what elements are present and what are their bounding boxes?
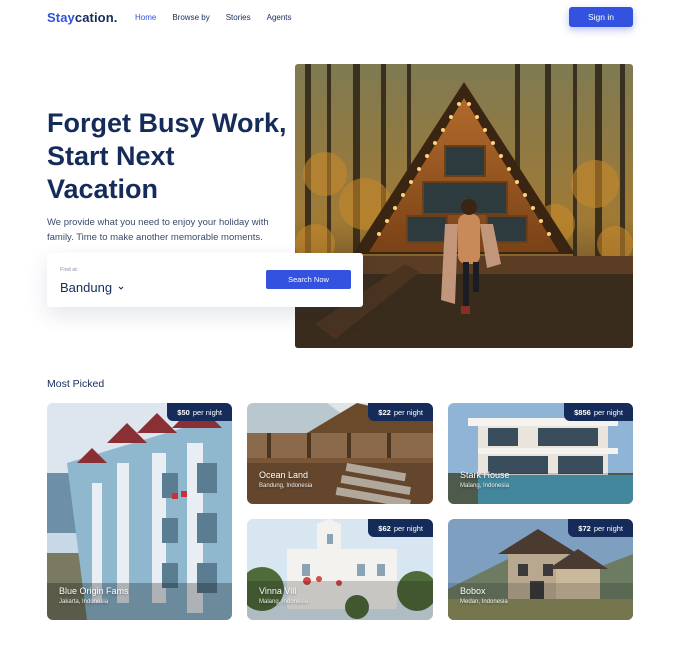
city-select-value: Bandung — [60, 280, 113, 295]
property-name: Stark House — [460, 470, 510, 480]
find-at-label: Find at: — [60, 267, 79, 273]
nav-item-home[interactable]: Home — [135, 13, 156, 22]
price-badge: $856 per night — [564, 403, 633, 421]
property-location: Medan, Indonesia — [460, 599, 508, 605]
property-location: Malang, Indonesia — [259, 599, 309, 605]
property-card-blue-origin-fams[interactable]: $50 per night Blue Origin Fams Jakarta, I… — [47, 403, 232, 620]
price-amount: $50 — [177, 407, 190, 417]
price-amount: $22 — [378, 407, 391, 417]
price-badge: $62 per night — [368, 519, 433, 537]
property-location: Bandung, Indonesia — [259, 483, 313, 489]
most-picked-title: Most Picked — [47, 378, 105, 390]
search-now-button[interactable]: Search Now — [266, 270, 351, 289]
search-card: Find at: Bandung Search Now — [47, 253, 363, 307]
hero-title: Forget Busy Work, Start Next Vacation — [47, 108, 287, 204]
price-amount: $856 — [574, 407, 591, 417]
brand-logo-second: cation. — [74, 10, 118, 25]
property-name: Bobox — [460, 586, 486, 596]
brand-logo[interactable]: Staycation. — [47, 10, 117, 25]
nav-item-stories[interactable]: Stories — [226, 13, 251, 22]
property-name: Vinna Vill — [259, 586, 297, 596]
property-card-vinna-vill[interactable]: $62 per night Vinna Vill Malang, Indonesi… — [247, 519, 433, 620]
price-badge: $22 per night — [368, 403, 433, 421]
property-name: Ocean Land — [259, 470, 309, 480]
price-badge: $50 per night — [167, 403, 232, 421]
price-unit: per night — [593, 407, 623, 417]
property-location: Malang, Indonesia — [460, 483, 510, 489]
sign-in-button[interactable]: Sign in — [569, 7, 633, 27]
price-unit: per night — [393, 407, 423, 417]
property-card-bobox[interactable]: $72 per night Bobox Medan, Indonesia — [448, 519, 633, 620]
nav-item-agents[interactable]: Agents — [267, 13, 292, 22]
price-amount: $62 — [378, 523, 391, 533]
chevron-down-icon — [118, 286, 124, 290]
property-card-ocean-land[interactable]: $22 per night Ocean Land Bandung, Indones… — [247, 403, 433, 504]
nav-item-browse-by[interactable]: Browse by — [172, 13, 209, 22]
city-select[interactable]: Bandung — [60, 280, 124, 295]
property-location: Jakarta, Indonesia — [59, 599, 109, 605]
price-amount: $72 — [578, 523, 591, 533]
price-unit: per night — [593, 523, 623, 533]
price-unit: per night — [393, 523, 423, 533]
property-card-stark-house[interactable]: $856 per night Stark House Malang, Indone… — [448, 403, 633, 504]
hero-subtitle: We provide what you need to enjoy your h… — [47, 217, 269, 243]
brand-logo-first: Stay — [47, 10, 75, 25]
price-unit: per night — [192, 407, 222, 417]
price-badge: $72 per night — [568, 519, 633, 537]
property-name: Blue Origin Fams — [59, 586, 129, 596]
main-nav: Home Browse by Stories Agents — [135, 13, 308, 22]
